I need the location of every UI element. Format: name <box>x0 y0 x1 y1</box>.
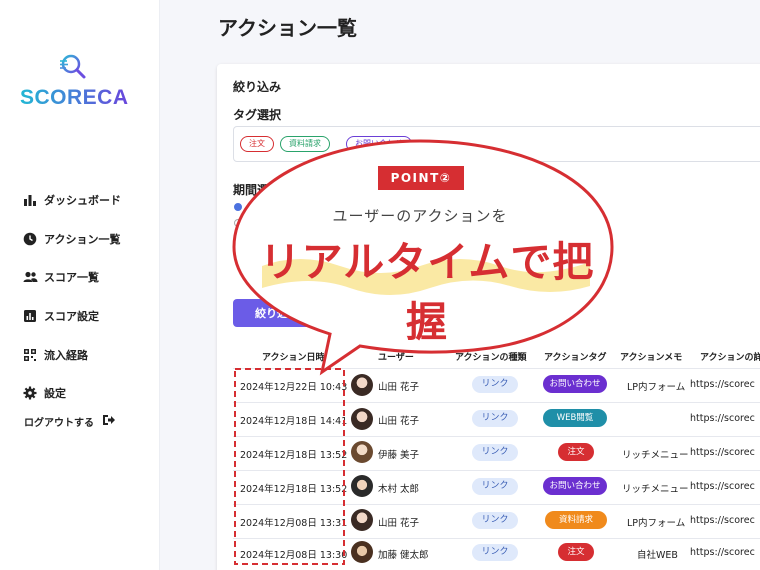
tag-section-title: タグ選択 <box>233 108 282 122</box>
avatar <box>351 509 373 531</box>
sidebar-item-score-settings[interactable]: スコア設定 <box>22 297 121 336</box>
table-divider <box>233 436 760 437</box>
column-header-action-type: アクションの種類 <box>455 353 527 363</box>
cell-detail-link[interactable]: https://scorec <box>690 413 755 424</box>
column-header-action-memo: アクションメモ <box>620 353 683 363</box>
cell-memo: 自社WEB <box>637 550 678 561</box>
cell-user[interactable]: 山田 花子 <box>378 515 419 529</box>
tag-chip-document[interactable]: 資料請求 <box>280 136 330 152</box>
cell-action-tag: お問い合わせ <box>543 477 607 495</box>
cell-action-tag: 注文 <box>558 443 594 461</box>
tag-chip-inquiry[interactable]: お問い合わせ <box>346 136 412 152</box>
cell-detail-link[interactable]: https://scorec <box>690 447 755 458</box>
cell-memo: LP内フォーム <box>627 518 686 529</box>
sidebar-item-settings[interactable]: 設定 <box>22 374 121 413</box>
page-title: アクション一覧 <box>218 16 357 40</box>
sidebar-nav: ダッシュボード アクション一覧 スコア一覧 スコア設定 流入経路 設定 <box>22 181 121 413</box>
sidebar-item-label: ダッシュボード <box>44 194 121 208</box>
cell-datetime: 2024年12月18日 14:41 <box>240 416 348 427</box>
cell-action-type: リンク <box>472 376 518 393</box>
avatar <box>351 541 373 563</box>
cell-user[interactable]: 山田 花子 <box>378 379 419 393</box>
sidebar-item-actions[interactable]: アクション一覧 <box>22 220 121 259</box>
cell-user[interactable]: 山田 花子 <box>378 413 419 427</box>
cell-memo: リッチメニュー <box>622 450 689 461</box>
cell-detail-link[interactable]: https://scorec <box>690 547 755 558</box>
table-divider <box>233 470 760 471</box>
sidebar-item-dashboard[interactable]: ダッシュボード <box>22 181 121 220</box>
cell-datetime: 2024年12月22日 10:43 <box>240 382 348 393</box>
period-radio[interactable] <box>234 219 242 227</box>
point-label: POINT② <box>378 166 464 190</box>
table-divider <box>233 368 760 369</box>
sidebar-item-scores[interactable]: スコア一覧 <box>22 258 121 297</box>
cell-action-type: リンク <box>472 544 518 561</box>
column-header-action-detail: アクションの詳細 <box>700 353 760 363</box>
cell-datetime: 2024年12月18日 13:52 <box>240 484 348 495</box>
cell-memo: LP内フォーム <box>627 382 686 393</box>
cell-detail-link[interactable]: https://scorec <box>690 379 755 390</box>
sidebar-item-label: アクション一覧 <box>44 232 121 246</box>
cell-action-tag: お問い合わせ <box>543 375 607 393</box>
cell-user[interactable]: 伊藤 美子 <box>378 447 419 461</box>
cell-action-tag: 資料請求 <box>545 511 607 529</box>
column-header-datetime: アクション日時 <box>262 353 325 363</box>
table-divider <box>233 402 760 403</box>
sidebar-item-label: 設定 <box>44 387 66 401</box>
cell-user[interactable]: 加藤 健太郎 <box>378 547 429 561</box>
logout-icon <box>102 414 116 429</box>
cell-detail-link[interactable]: https://scorec <box>690 515 755 526</box>
cell-action-type: リンク <box>472 444 518 461</box>
sidebar-item-label: 流入経路 <box>44 348 88 362</box>
logo-text: SCORECA <box>20 86 129 109</box>
cell-action-tag: WEB閲覧 <box>543 409 607 427</box>
sidebar-item-label: スコア一覧 <box>44 271 99 285</box>
callout-headline: リアルタイムで把握 <box>259 238 595 346</box>
column-header-user: ユーザー <box>378 353 414 363</box>
filter-title: 絞り込み <box>233 80 282 94</box>
clock-icon <box>22 231 38 247</box>
cell-user[interactable]: 木村 太郎 <box>378 481 419 495</box>
cell-datetime: 2024年12月18日 13:52 <box>240 450 348 461</box>
logout-button[interactable]: ログアウトする <box>24 414 116 429</box>
bar-chart-icon <box>22 192 38 208</box>
column-header-action-tag: アクションタグ <box>544 353 607 363</box>
avatar <box>351 408 373 430</box>
sidebar-item-label: スコア設定 <box>44 310 99 324</box>
tag-chip-order[interactable]: 注文 <box>240 136 274 152</box>
svg-text:SCORECA: SCORECA <box>20 86 129 109</box>
table-divider <box>233 538 760 539</box>
users-icon <box>22 269 38 285</box>
table-divider <box>233 504 760 505</box>
cell-datetime: 2024年12月08日 13:31 <box>240 518 348 529</box>
period-radio-selected[interactable] <box>234 203 242 211</box>
search-logo-icon <box>60 54 86 79</box>
cell-action-tag: 注文 <box>558 543 594 561</box>
sidebar-item-inflow[interactable]: 流入経路 <box>22 335 121 374</box>
avatar <box>351 374 373 396</box>
avatar <box>351 441 373 463</box>
cell-action-type: リンク <box>472 512 518 529</box>
cell-action-type: リンク <box>472 478 518 495</box>
cell-memo: リッチメニュー <box>622 484 689 495</box>
logout-label: ログアウトする <box>24 418 94 429</box>
cell-action-type: リンク <box>472 410 518 427</box>
sidebar: SCORECA ダッシュボード アクション一覧 スコア一覧 スコア設定 流入経路… <box>0 0 160 570</box>
qr-grid-icon <box>22 347 38 363</box>
tag-select-box[interactable]: 注文 資料請求 お問い合わせ <box>233 126 760 162</box>
chart-square-icon <box>22 308 38 324</box>
avatar <box>351 475 373 497</box>
cell-datetime: 2024年12月08日 13:30 <box>240 550 348 561</box>
callout-subtitle: ユーザーのアクションを <box>332 207 508 225</box>
cell-detail-link[interactable]: https://scorec <box>690 481 755 492</box>
period-section-title: 期間選択 <box>233 183 282 197</box>
gear-icon <box>22 385 38 401</box>
